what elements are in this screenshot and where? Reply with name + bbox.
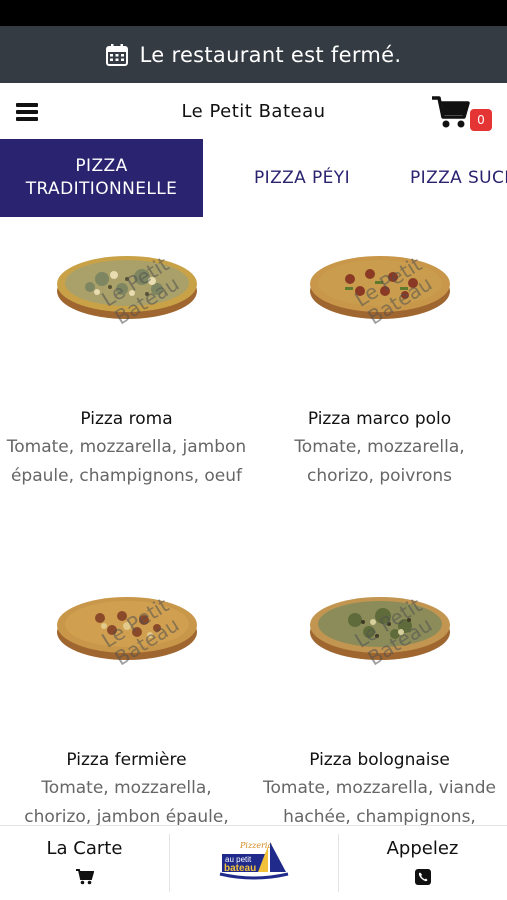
nav-appelez[interactable]: Appelez bbox=[338, 826, 507, 900]
pizza-description: Tomate, mozzarella, viande hachée, champ… bbox=[262, 778, 496, 825]
cart-count-badge: 0 bbox=[470, 109, 492, 131]
tab-pizza-sucree[interactable]: PIZZA SUCRÉE bbox=[398, 139, 507, 217]
pizza-card[interactable]: Le Petit Bateau Pizza roma Tomate, mozza… bbox=[0, 239, 253, 491]
pizza-description: Tomate, mozzarella, chorizo, jambon épau… bbox=[24, 778, 229, 825]
closed-banner-text: Le restaurant est fermé. bbox=[139, 42, 402, 67]
svg-text:bateau: bateau bbox=[224, 863, 256, 874]
cart-button[interactable]: 0 bbox=[431, 95, 493, 131]
pizza-name: Pizza marco polo bbox=[307, 409, 452, 429]
tab-pizza-peyi[interactable]: PIZZA PÉYI bbox=[242, 139, 362, 217]
calendar-icon bbox=[105, 43, 128, 66]
pizza-description: Tomate, mozzarella, jambon épaule, champ… bbox=[6, 437, 247, 486]
pizza-grid: Le Petit Bateau Pizza roma Tomate, mozza… bbox=[0, 217, 507, 825]
pizza-card[interactable]: Le Petit Bateau Pizza bolognaise Tomate,… bbox=[253, 580, 506, 825]
pizza-name: Pizza fermière bbox=[66, 750, 187, 770]
nav-la-carte[interactable]: La Carte bbox=[0, 826, 169, 900]
cart-icon bbox=[432, 96, 470, 128]
tab-pizza-traditionnelle[interactable]: PIZZA TRADITIONNELLE bbox=[0, 139, 203, 217]
pizza-image: Le Petit Bateau bbox=[52, 580, 202, 690]
pizza-name: Pizza bolognaise bbox=[309, 750, 450, 770]
cart-icon bbox=[75, 869, 94, 889]
app-header: Le Petit Bateau 0 bbox=[0, 83, 507, 139]
bottom-nav: La Carte Pizzeria au petit bateau Appele… bbox=[0, 825, 507, 900]
pizza-card[interactable]: Le Petit Bateau Pizza fermière Tomate, m… bbox=[0, 580, 253, 825]
status-bar bbox=[0, 0, 507, 26]
pizza-image: Le Petit Bateau bbox=[305, 580, 455, 690]
phone-icon bbox=[414, 869, 431, 889]
pizzeria-logo[interactable]: Pizzeria au petit bateau bbox=[218, 838, 290, 890]
pizza-name: Pizza roma bbox=[80, 409, 173, 429]
pizza-description: Tomate, mozzarella, chorizo, poivrons bbox=[294, 437, 465, 486]
nav-appelez-label: Appelez bbox=[386, 838, 459, 859]
nav-la-carte-label: La Carte bbox=[46, 838, 123, 859]
category-tabs: PIZZA TRADITIONNELLE PIZZA PÉYI PIZZA SU… bbox=[0, 139, 507, 217]
pizza-card[interactable]: Le Petit Bateau Pizza marco polo Tomate,… bbox=[253, 239, 506, 491]
nav-divider bbox=[169, 834, 170, 892]
pizza-image: Le Petit Bateau bbox=[305, 239, 455, 349]
pizza-image: Le Petit Bateau bbox=[52, 239, 202, 349]
closed-banner: Le restaurant est fermé. bbox=[0, 26, 507, 83]
